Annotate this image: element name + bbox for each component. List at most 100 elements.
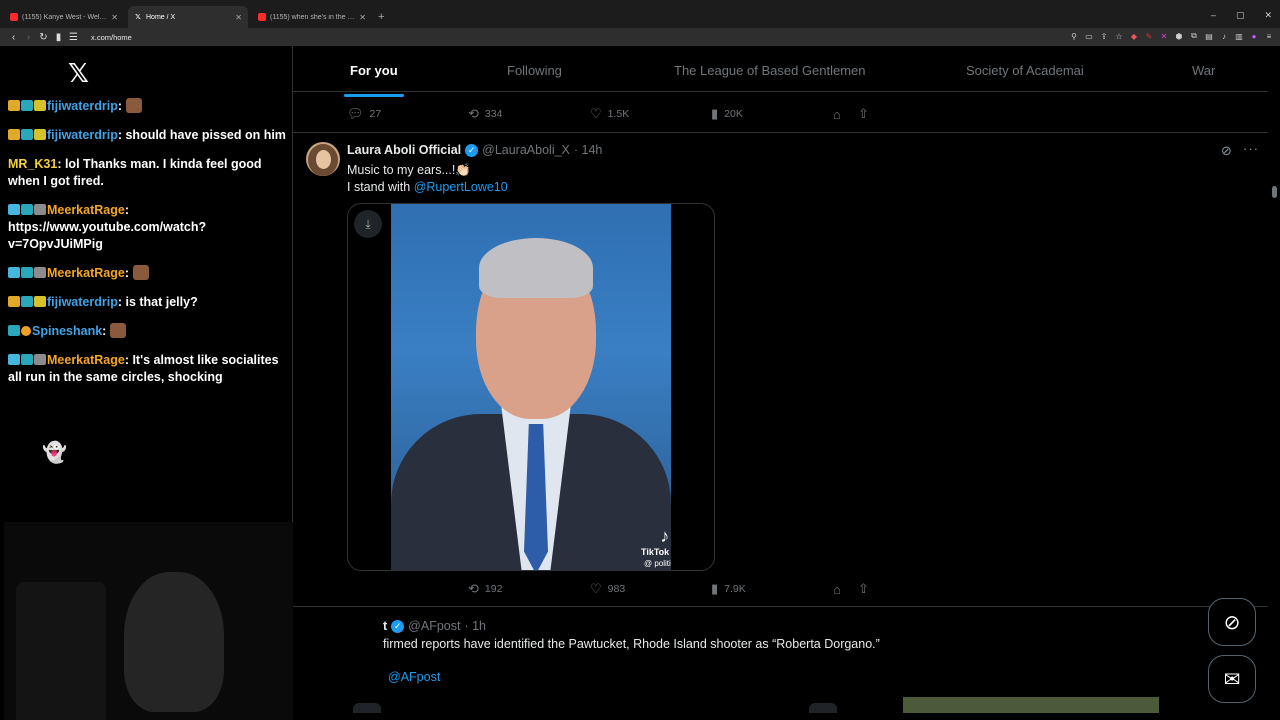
chat-badge-icon [8, 204, 20, 215]
tweet-text: firmed reports have identified the Pawtu… [383, 637, 880, 651]
reload-icon[interactable]: ↻ [36, 32, 51, 43]
share-button[interactable]: ⇧ [858, 581, 869, 597]
tweet-image[interactable] [903, 697, 1159, 713]
minimize-button[interactable]: – [1211, 10, 1216, 21]
chat-badge-icon [34, 354, 46, 365]
scrollbar[interactable] [1268, 46, 1280, 720]
chat-username[interactable]: MR_K31 [8, 157, 57, 171]
forward-icon[interactable]: › [21, 32, 36, 43]
extensions-bar: ⚲ ▭ ⇪ ☆ ◆ ✎ ✕ ⬢ ⧉ ▤ ♪ ▥ ● ≡ [1069, 31, 1274, 41]
profile-icon[interactable]: ● [1249, 31, 1259, 41]
sidebar-icon[interactable]: ▤ [1204, 31, 1214, 41]
tweet-text-prefix: I stand with [347, 180, 414, 194]
tab-following[interactable]: Following [507, 63, 562, 78]
back-icon[interactable]: ‹ [6, 32, 21, 43]
close-tab-icon[interactable]: ✕ [111, 13, 118, 22]
author-name[interactable]: Laura Aboli Official [347, 143, 461, 157]
like-count: 983 [607, 583, 626, 595]
extension-icon[interactable]: ✎ [1144, 31, 1154, 41]
extension-icon[interactable]: ◆ [1129, 31, 1139, 41]
chat-badge-icon [8, 100, 20, 111]
chat-badge-icon [34, 296, 46, 307]
views-button[interactable]: ▮ 20K [711, 106, 743, 122]
share-button[interactable]: ⇧ [858, 106, 869, 122]
puzzle-icon[interactable]: ⧉ [1189, 31, 1199, 41]
browser-tab-youtube[interactable]: (1155) when she's in the mood - You ✕ [252, 6, 372, 28]
download-icon[interactable] [809, 703, 837, 713]
tab-for-you[interactable]: For you [344, 63, 404, 97]
views-button[interactable]: ▮ 7.9K [711, 581, 746, 597]
site-info-icon[interactable]: ☰ [66, 32, 81, 43]
chat-username[interactable]: fijiwaterdrip [47, 295, 118, 309]
url-field[interactable]: x.com/home [91, 33, 132, 42]
browser-tab-home-x[interactable]: 𝕏 Home / X ✕ [128, 6, 248, 28]
avatar[interactable] [306, 142, 340, 176]
share-icon[interactable]: ⇪ [1099, 31, 1109, 41]
bookmark-icon: ⌂ [833, 106, 841, 122]
cast-icon[interactable]: ▭ [1084, 31, 1094, 41]
tweet-time[interactable]: · 1h [464, 619, 486, 633]
x-icon: 𝕏 [135, 14, 141, 21]
tweet-header: Laura Aboli Official ✓ @LauraAboli_X · 1… [347, 143, 602, 157]
tweet-text-line1: Music to my ears...!👏🏻 [347, 163, 471, 177]
download-icon[interactable]: ⤓ [354, 210, 382, 238]
chat-username[interactable]: fijiwaterdrip [47, 99, 118, 113]
tweet-video[interactable]: ♪TikTok @ politicsfoc ⤓ [347, 203, 715, 571]
close-tab-icon[interactable]: ✕ [359, 13, 366, 22]
star-icon[interactable]: ☆ [1114, 31, 1124, 41]
close-tab-icon[interactable]: ✕ [235, 13, 242, 22]
like-button[interactable]: ♡ 983 [590, 581, 625, 597]
scrollbar-thumb[interactable] [1272, 186, 1277, 198]
chat-message-text: : [117, 99, 123, 113]
new-tab-button[interactable]: + [378, 6, 384, 28]
like-count: 1.5K [607, 108, 630, 120]
maximize-button[interactable]: ▢ [1236, 10, 1245, 21]
like-button[interactable]: ♡ 1.5K [590, 106, 629, 122]
chat-username[interactable]: MeerkatRage [47, 203, 125, 217]
menu-icon[interactable]: ≡ [1264, 31, 1274, 41]
tab-war[interactable]: War [1192, 63, 1215, 78]
tweet-time[interactable]: · 14h [574, 143, 603, 157]
reply-count: 27 [369, 108, 382, 120]
chat-username[interactable]: MeerkatRage [47, 266, 125, 280]
extension-icon[interactable]: ✕ [1159, 31, 1169, 41]
timeline-tabs: For you Following The League of Based Ge… [293, 46, 1268, 97]
snapchat-icon: 👻 [42, 442, 67, 464]
messages-button[interactable]: ✉ [1208, 655, 1256, 703]
bookmark-button[interactable]: ⌂ [833, 107, 841, 122]
chat-badge-icon [8, 296, 20, 307]
x-logo-icon[interactable]: 𝕏 [68, 58, 89, 89]
chat-username[interactable]: fijiwaterdrip [47, 128, 118, 142]
repost-icon: ⟲ [468, 581, 479, 596]
bookmark-icon: ⌂ [833, 581, 841, 597]
bookmark-button[interactable]: ⌂ [833, 582, 841, 597]
grok-icon[interactable]: ⊘ [1221, 143, 1232, 159]
more-options-icon[interactable]: ··· [1243, 141, 1259, 156]
reply-button[interactable]: 💬︎ 27 [347, 106, 381, 122]
verified-badge-icon: ✓ [465, 143, 479, 157]
music-icon[interactable]: ♪ [1219, 31, 1229, 41]
extension-icon[interactable]: ⬢ [1174, 31, 1184, 41]
video-frame[interactable]: ♪TikTok @ politicsfoc [391, 204, 671, 570]
split-icon[interactable]: ▥ [1234, 31, 1244, 41]
chat-badge-icon [21, 267, 33, 278]
author-handle[interactable]: @LauraAboli_X [482, 143, 570, 157]
grok-button[interactable]: ⊘ [1208, 598, 1256, 646]
close-window-button[interactable]: ✕ [1264, 10, 1272, 21]
author-handle[interactable]: @AFpost [408, 619, 460, 633]
repost-button[interactable]: ⟲ 334 [468, 106, 502, 122]
share-icon: ⇧ [858, 106, 869, 121]
timeline: For you Following The League of Based Ge… [293, 46, 1280, 720]
chat-username[interactable]: Spineshank [32, 324, 102, 338]
mention-link[interactable]: @AFpost [388, 670, 440, 684]
bookmark-icon[interactable]: ▮ [51, 32, 66, 43]
browser-tab-kanye[interactable]: (1155) Kanye West - Welcome To He ✕ [4, 6, 124, 28]
tab-league-of-based-gentlemen[interactable]: The League of Based Gentlemen [674, 63, 866, 78]
author-name[interactable]: t [383, 619, 387, 633]
chat-username[interactable]: MeerkatRage [47, 353, 125, 367]
mention-link[interactable]: @RupertLowe10 [414, 180, 508, 194]
zoom-icon[interactable]: ⚲ [1069, 31, 1079, 41]
tab-society-of-academai[interactable]: Society of Academai [966, 63, 1084, 78]
repost-button[interactable]: ⟲ 192 [468, 581, 502, 597]
download-icon[interactable] [353, 703, 381, 713]
